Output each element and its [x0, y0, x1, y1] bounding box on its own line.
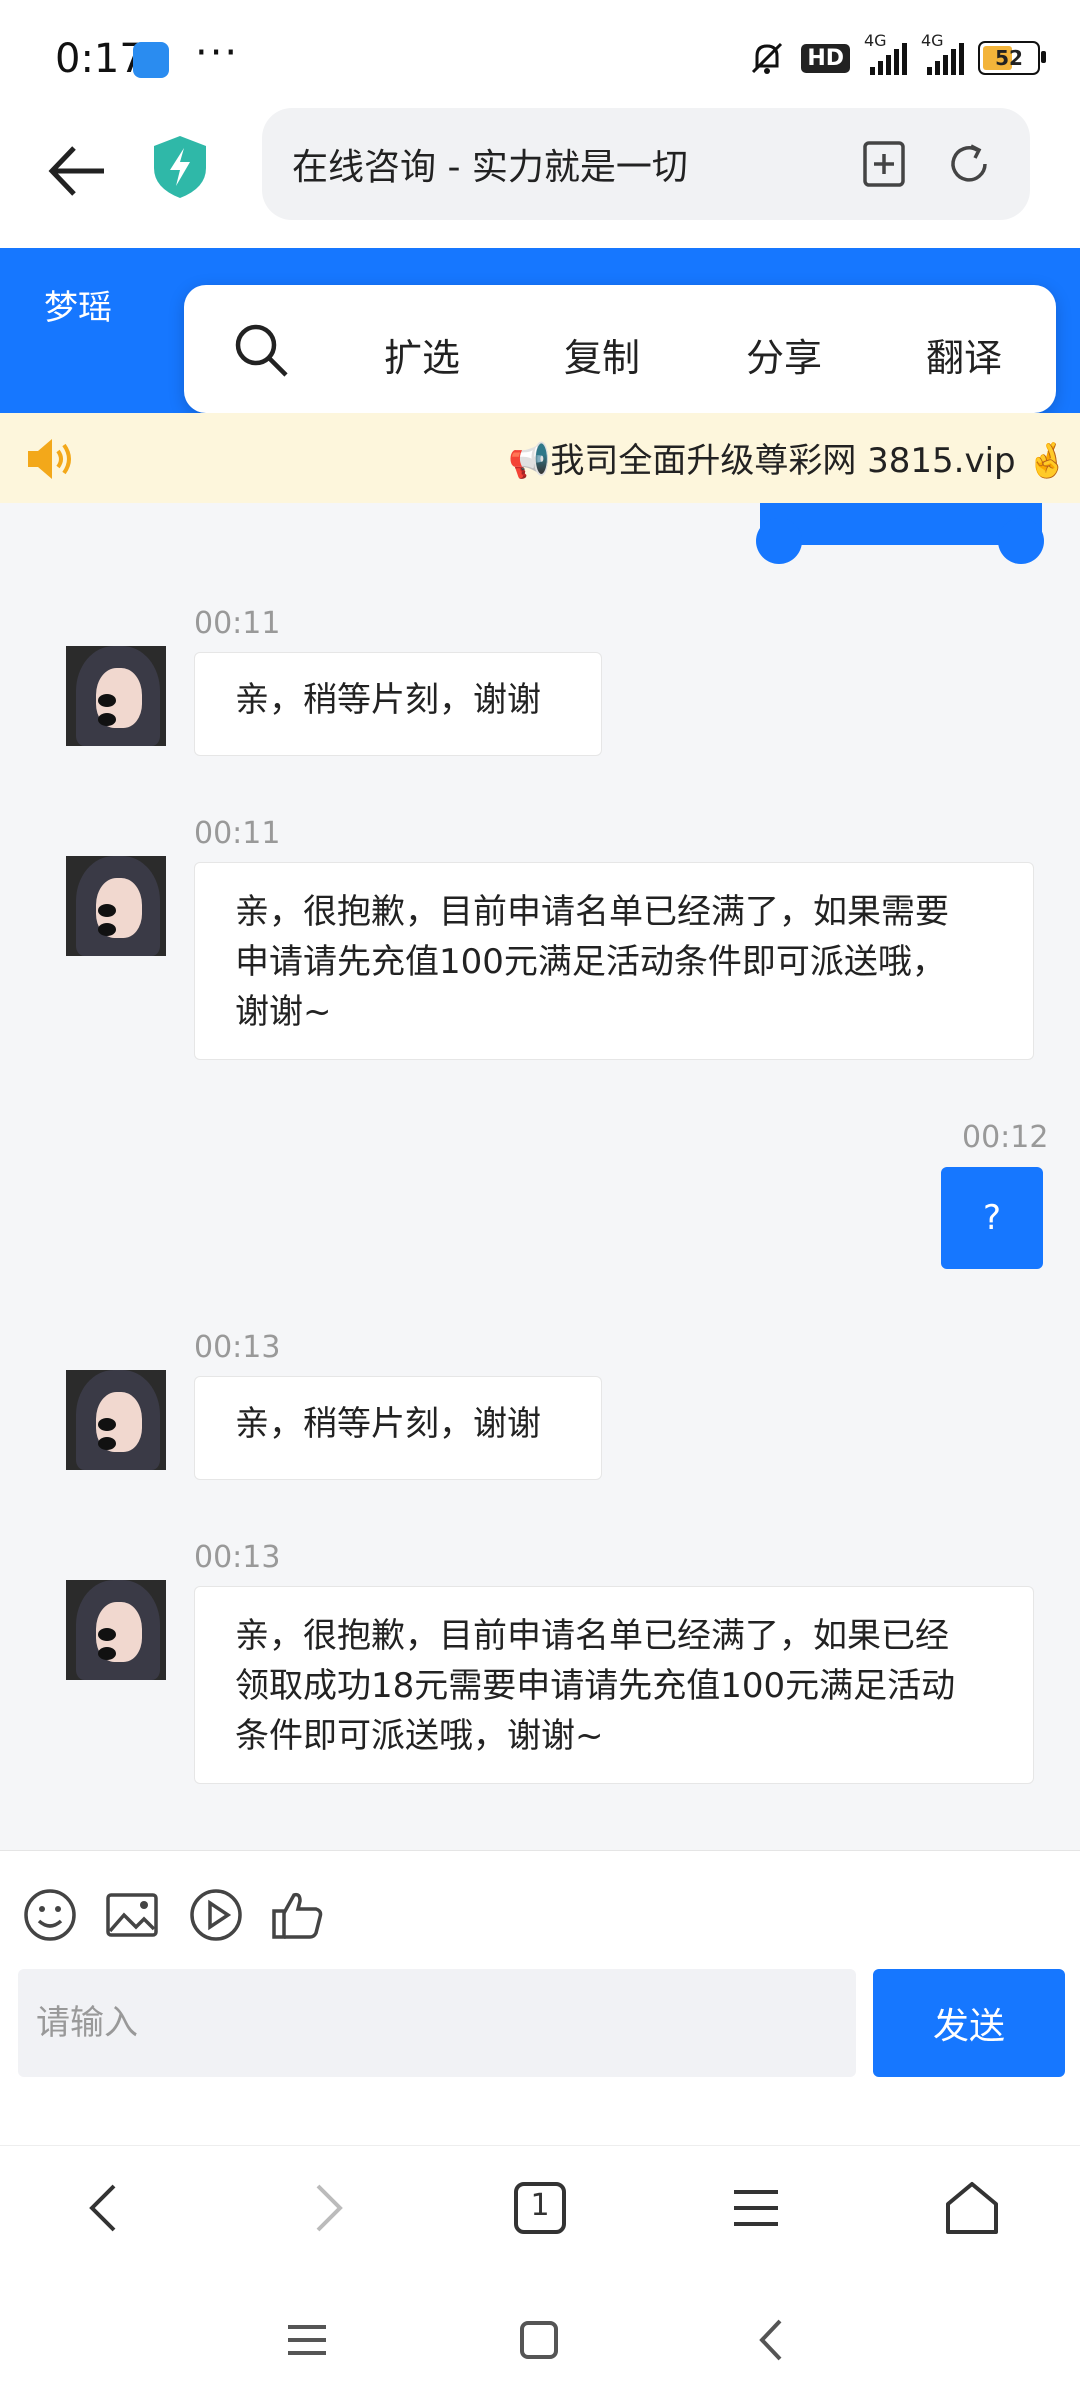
selection-handle-start[interactable] [756, 518, 802, 564]
more-notifications-icon: ··· [195, 30, 240, 76]
message-input-container [18, 1969, 856, 2077]
agent-message: 亲，稍等片刻，谢谢 [194, 1376, 602, 1480]
speaker-icon [28, 439, 71, 479]
browser-bottom-nav: 1 [0, 2145, 1080, 2271]
video-icon[interactable] [188, 1887, 244, 1943]
agent-avatar [66, 856, 166, 956]
message-time: 00:11 [194, 816, 281, 851]
message-time: 00:12 [962, 1120, 1049, 1155]
add-bookmark-icon[interactable] [862, 140, 906, 188]
menu-copy[interactable]: 复制 [564, 327, 640, 382]
notice-bar: 📢我司全面升级尊彩网 3815.vip 🤞 [0, 413, 1080, 503]
image-icon[interactable] [104, 1887, 160, 1943]
status-time: 0:17 [55, 36, 145, 82]
message-time: 00:13 [194, 1540, 281, 1575]
message-time: 00:13 [194, 1330, 281, 1365]
menu-expand-select[interactable]: 扩选 [384, 327, 460, 382]
agent-message: 亲，很抱歉，目前申请名单已经满了，如果已经 领取成功18元需要申请请先充值100… [194, 1586, 1034, 1784]
hd-voice-icon: HD [801, 43, 850, 73]
forward-icon[interactable] [294, 2176, 358, 2240]
thumbs-up-icon[interactable] [270, 1887, 326, 1943]
menu-icon[interactable] [724, 2176, 788, 2240]
agent-avatar [66, 1370, 166, 1470]
bell-off-icon [752, 42, 783, 74]
agent-message: 亲，很抱歉，目前申请名单已经满了，如果需要 申请请先充值100元满足活动条件即可… [194, 862, 1034, 1060]
page-title: 在线咨询 - 实力就是一切 [292, 147, 688, 188]
menu-share[interactable]: 分享 [746, 327, 822, 382]
selection-menu: 扩选 复制 分享 翻译 [184, 285, 1056, 413]
status-bar: 0:17 ··· HD 4G 4G 52 [0, 0, 1080, 110]
message-time: 00:11 [194, 606, 281, 641]
home-icon[interactable] [940, 2176, 1004, 2240]
user-message: ? [941, 1167, 1043, 1269]
system-home-icon[interactable] [514, 2315, 564, 2365]
battery-level: 52 [995, 46, 1023, 70]
search-icon[interactable] [232, 321, 290, 379]
agent-name: 梦瑶 [44, 288, 112, 328]
recent-apps-icon[interactable] [282, 2315, 332, 2365]
signal-icon-2: 4G [921, 31, 964, 75]
browser-toolbar: 在线咨询 - 实力就是一切 [0, 100, 1080, 248]
send-button[interactable]: 发送 [873, 1969, 1065, 2077]
agent-avatar [66, 1580, 166, 1680]
selection-handle-end[interactable] [998, 518, 1044, 564]
system-back-icon[interactable] [748, 2315, 798, 2365]
emoji-icon[interactable] [22, 1887, 78, 1943]
tab-count: 1 [530, 2188, 550, 2223]
tabs-button[interactable]: 1 [508, 2176, 572, 2240]
signal-icon-1: 4G [864, 31, 907, 75]
notice-text: 📢我司全面升级尊彩网 3815.vip 🤞 [508, 441, 1069, 481]
app-notification-icon [133, 42, 169, 78]
agent-message: 亲，稍等片刻，谢谢 [194, 652, 602, 756]
message-input[interactable] [18, 1969, 856, 2077]
agent-avatar [66, 646, 166, 746]
system-nav-bar [0, 2270, 1080, 2400]
menu-translate[interactable]: 翻译 [926, 327, 1002, 382]
refresh-icon[interactable] [947, 142, 991, 186]
address-bar[interactable]: 在线咨询 - 实力就是一切 [262, 108, 1030, 220]
battery-icon: 52 [978, 41, 1046, 75]
security-shield-icon[interactable] [150, 134, 210, 200]
message-composer: 发送 [0, 1850, 1080, 2146]
back-icon[interactable] [74, 2176, 138, 2240]
back-arrow-icon[interactable] [46, 140, 108, 202]
